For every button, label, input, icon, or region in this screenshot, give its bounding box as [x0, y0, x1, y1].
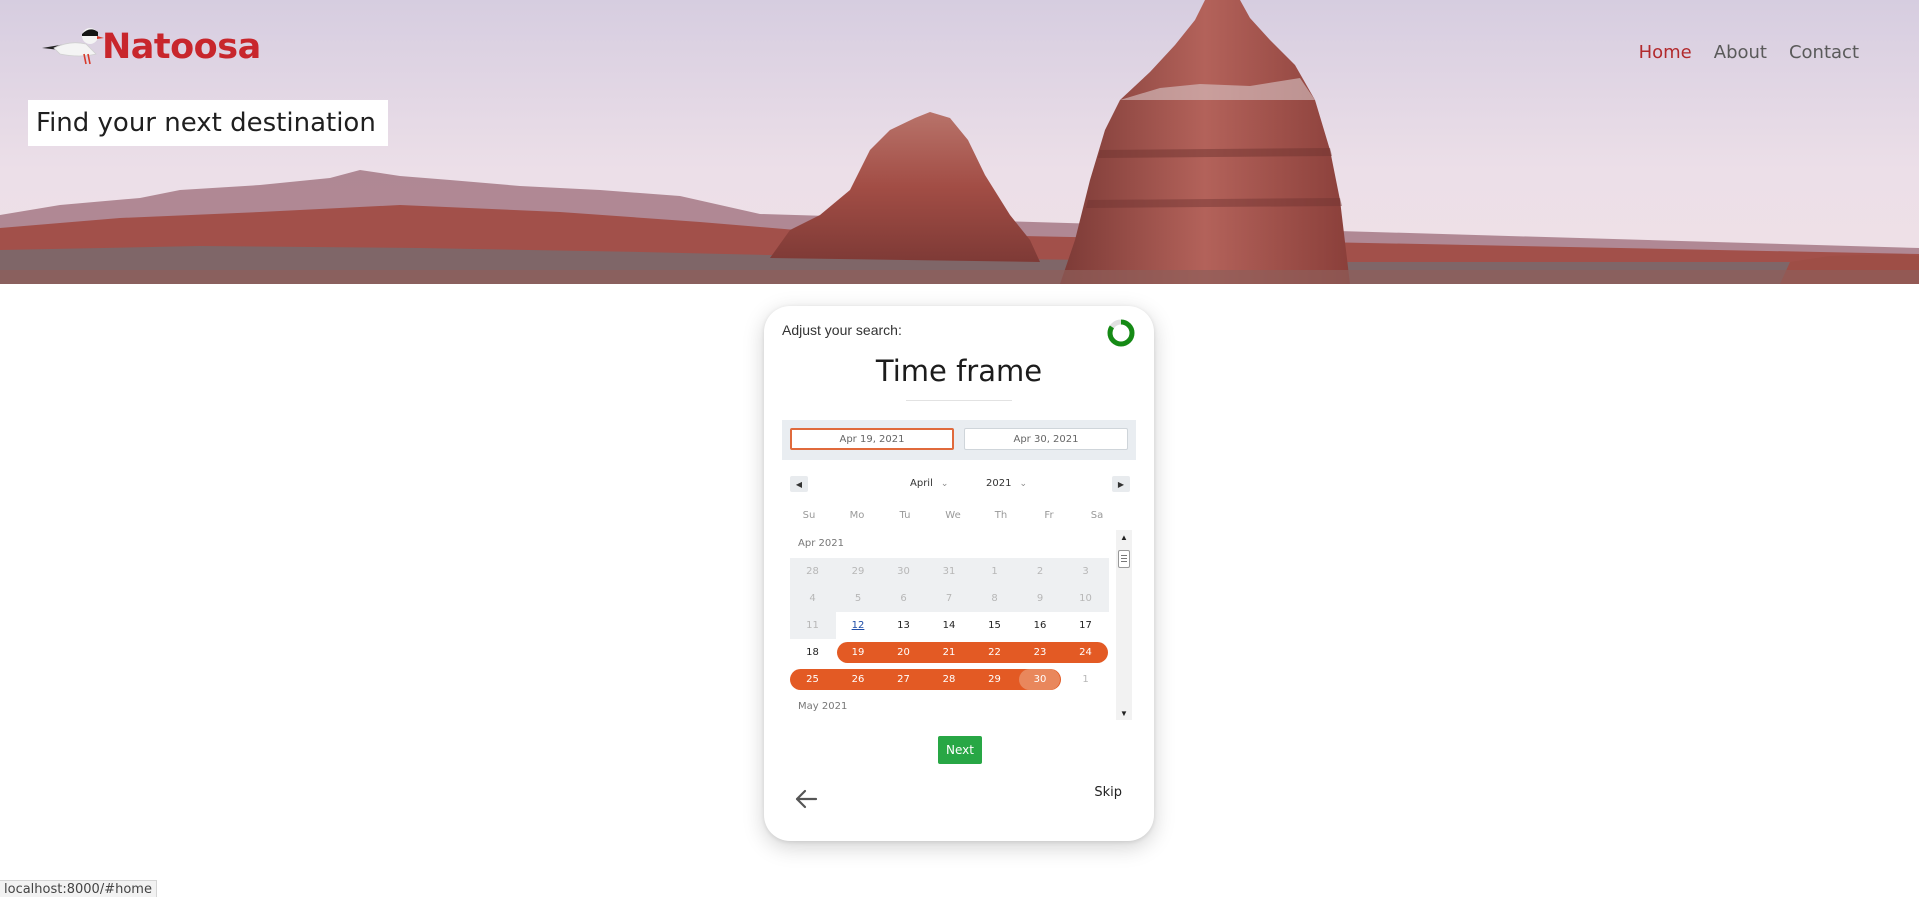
donut-progress-icon [1107, 319, 1135, 347]
search-wizard-card: Adjust your search: Time frame Apr 19, 2… [764, 306, 1154, 841]
calendar-day: 31 [942, 565, 956, 577]
brand-name: Natoosa [102, 27, 261, 67]
tern-bird-icon [42, 28, 104, 65]
calendar-day: 1 [1082, 673, 1089, 685]
calendar-day: 29 [851, 565, 865, 577]
calendar-day: 6 [900, 592, 907, 604]
title-divider [906, 400, 1012, 401]
month-select[interactable]: April ⌄ [910, 478, 948, 489]
calendar-day: 3 [1082, 565, 1089, 577]
nav-about[interactable]: About [1714, 42, 1767, 63]
calendar-day: 30 [897, 565, 910, 577]
calendar-day: 4 [809, 592, 816, 604]
calendar-day[interactable]: 12 [836, 615, 881, 635]
calendar-day[interactable]: 15 [972, 615, 1017, 635]
prev-month-button[interactable]: ◀ [790, 476, 808, 492]
next-month-button[interactable]: ▶ [1112, 476, 1130, 492]
calendar-day: 1 [991, 565, 998, 577]
calendar-day[interactable]: 17 [1063, 615, 1108, 635]
weekday-label: Sa [1090, 510, 1104, 521]
calendar-day[interactable]: 26 [836, 669, 881, 689]
weekday-header: Su Mo Tu We Th Fr Sa [790, 510, 1120, 524]
caret-right-icon: ▶ [1117, 479, 1125, 489]
weekday-label: Fr [1044, 510, 1054, 521]
calendar-day: 2 [1036, 565, 1044, 577]
calendar-day: 28 [806, 565, 819, 577]
nav-home[interactable]: Home [1639, 42, 1692, 63]
status-bar-url: localhost:8000/#home [0, 880, 157, 897]
hero-banner: Natoosa Home About Contact Find your nex… [0, 0, 1919, 284]
start-date-input[interactable]: Apr 19, 2021 [790, 428, 954, 450]
weekday-label: Tu [899, 510, 911, 521]
calendar-day[interactable]: 22 [972, 642, 1017, 662]
calendar-day[interactable]: 21 [927, 642, 972, 662]
calendar-day[interactable]: 24 [1063, 642, 1108, 662]
month-label: May 2021 [798, 701, 848, 712]
skip-link[interactable]: Skip [1094, 785, 1122, 800]
back-arrow-icon[interactable] [794, 788, 818, 810]
calendar-day[interactable]: 13 [881, 615, 926, 635]
calendar-day[interactable]: 29 [972, 669, 1017, 689]
month-select-value: April [910, 478, 933, 489]
weekday-label: Th [994, 510, 1008, 521]
calendar-day[interactable]: 14 [927, 615, 972, 635]
calendar-grid: Apr 2021 28 29 30 31 1 2 3 4 5 6 7 8 9 10 11 12 13 14 15 16 1… [790, 530, 1136, 720]
scroll-thumb[interactable] [1118, 550, 1130, 568]
month-navigation: ◀ April ⌄ 2021 ⌄ ▶ [790, 476, 1130, 494]
brand-logo[interactable]: Natoosa [40, 22, 261, 72]
calendar-day: 5 [854, 592, 862, 604]
main-nav: Home About Contact [1639, 42, 1859, 63]
month-label: Apr 2021 [798, 538, 844, 549]
chevron-down-icon: ⌄ [1019, 479, 1027, 489]
calendar-day[interactable]: 20 [881, 642, 926, 662]
weekday-label: Mo [849, 510, 865, 521]
calendar-day[interactable]: 23 [1018, 642, 1063, 662]
end-date-input[interactable]: Apr 30, 2021 [964, 428, 1128, 450]
calendar-day[interactable]: 18 [790, 642, 835, 662]
calendar-scrollbar[interactable]: ▲ ▼ [1116, 530, 1132, 720]
calendar-day[interactable]: 27 [881, 669, 926, 689]
calendar-day: 9 [1036, 592, 1044, 604]
scroll-down-icon[interactable]: ▼ [1116, 706, 1132, 720]
card-subtitle: Adjust your search: [782, 322, 902, 338]
calendar-day: 11 [806, 619, 819, 631]
weekday-label: We [945, 510, 961, 521]
card-title: Time frame [875, 354, 1043, 388]
next-button[interactable]: Next [938, 736, 982, 764]
calendar-day: 10 [1079, 592, 1092, 604]
caret-left-icon: ◀ [795, 479, 803, 489]
date-range-bar: Apr 19, 2021 Apr 30, 2021 [782, 420, 1136, 460]
weekday-label: Su [802, 510, 816, 521]
scroll-up-icon[interactable]: ▲ [1116, 530, 1132, 544]
hero-tagline: Find your next destination [28, 100, 388, 146]
calendar-day[interactable]: 30 [1018, 669, 1063, 689]
calendar-day: 8 [991, 592, 998, 604]
calendar-day[interactable]: 16 [1018, 615, 1063, 635]
calendar-day[interactable]: 19 [836, 642, 881, 662]
calendar-day[interactable]: 25 [790, 669, 835, 689]
year-select[interactable]: 2021 ⌄ [986, 478, 1027, 489]
calendar-day[interactable]: 28 [927, 669, 972, 689]
nav-contact[interactable]: Contact [1789, 42, 1859, 63]
chevron-down-icon: ⌄ [940, 479, 949, 489]
year-select-value: 2021 [986, 478, 1012, 489]
calendar-day: 7 [945, 592, 953, 604]
